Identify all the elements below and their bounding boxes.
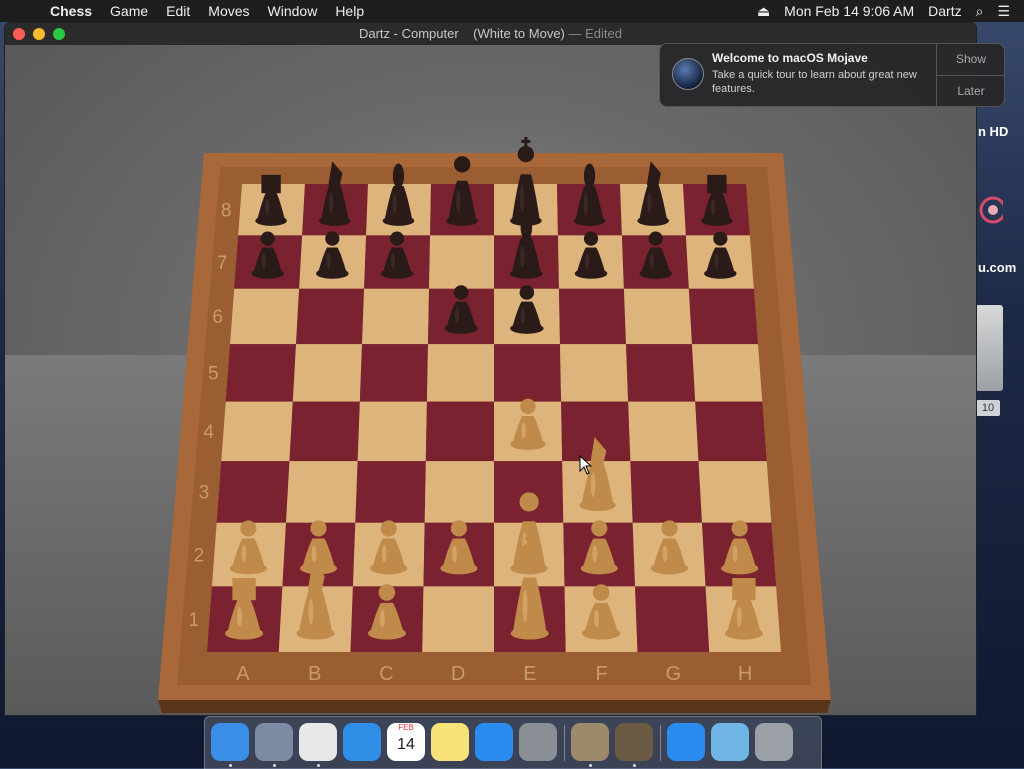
menu-app-chess[interactable]: Chess	[50, 3, 92, 19]
file-label: G	[666, 663, 682, 685]
desktop-label-hd[interactable]: n HD	[978, 124, 1008, 139]
square-g4[interactable]	[628, 401, 699, 462]
dock-calendar-icon[interactable]: 14 FEB	[387, 723, 425, 761]
rank-label: 2	[194, 545, 205, 566]
square-f6[interactable]	[558, 288, 626, 345]
square-g3[interactable]	[630, 461, 702, 523]
rank-label: 4	[203, 422, 214, 443]
menubar-user[interactable]: Dartz	[928, 3, 961, 19]
dock-safari-icon[interactable]	[343, 723, 381, 761]
notification-later-button[interactable]: Later	[937, 76, 1005, 107]
desktop-label-com[interactable]: u.com	[978, 260, 1016, 275]
square-d1[interactable]	[422, 586, 494, 652]
notification-show-button[interactable]: Show	[937, 44, 1005, 76]
desktop-disk-badge: 10	[976, 400, 1000, 416]
square-c6[interactable]	[362, 288, 430, 345]
dock-separator	[564, 725, 565, 761]
desktop-app-icon[interactable]	[975, 180, 1007, 240]
dock-keychain-access-icon[interactable]	[571, 723, 609, 761]
rank-label: 6	[212, 307, 223, 328]
notification-body: Take a quick tour to learn about great n…	[712, 69, 917, 95]
dock-trash-icon[interactable]	[755, 723, 793, 761]
menu-edit[interactable]: Edit	[166, 3, 190, 19]
square-h4[interactable]	[695, 401, 767, 462]
square-e3[interactable]	[494, 461, 564, 523]
calendar-month-label: FEB	[398, 723, 414, 732]
spotlight-search-icon[interactable]: ⌕	[976, 3, 984, 20]
dock-launchpad-icon[interactable]	[255, 723, 293, 761]
menu-game[interactable]: Game	[110, 3, 148, 19]
square-d4[interactable]	[425, 401, 494, 462]
dock: 14 FEB	[204, 716, 822, 769]
file-label: A	[236, 663, 250, 685]
window-title: Dartz - Computer (White to Move) — Edite…	[5, 26, 976, 41]
dock-downloads-folder-icon[interactable]	[711, 723, 749, 761]
square-b6[interactable]	[296, 288, 365, 345]
dock-notes-icon[interactable]	[431, 723, 469, 761]
file-label: H	[738, 663, 752, 685]
eject-icon[interactable]: ⏏	[757, 3, 770, 20]
chess-window: Dartz - Computer (White to Move) — Edite…	[5, 23, 976, 715]
square-g5[interactable]	[625, 344, 696, 402]
dock-chess-icon[interactable]	[615, 723, 653, 761]
notification-title: Welcome to macOS Mojave	[712, 51, 868, 65]
menubar-clock[interactable]: Mon Feb 14 9:06 AM	[784, 3, 914, 19]
file-label: E	[523, 663, 536, 685]
dock-running-indicator	[633, 764, 636, 767]
file-label: B	[308, 663, 321, 685]
chess-scene[interactable]: A B C D E F G H 8 7 6 5 4 3 2 1	[5, 45, 976, 715]
square-a5[interactable]	[225, 344, 297, 402]
square-c4[interactable]	[357, 401, 427, 462]
square-h3[interactable]	[698, 461, 772, 523]
square-c3[interactable]	[355, 461, 426, 523]
square-f5[interactable]	[559, 344, 629, 402]
square-c5[interactable]	[359, 344, 429, 402]
square-g1[interactable]	[635, 586, 710, 652]
file-label: C	[379, 663, 393, 685]
square-b5[interactable]	[292, 344, 363, 402]
window-title-text: Dartz - Computer	[358, 26, 459, 41]
menu-moves[interactable]: Moves	[208, 3, 249, 19]
square-a4[interactable]	[221, 401, 293, 462]
rank-label: 8	[221, 200, 232, 221]
notification-buttons: Show Later	[936, 44, 1005, 106]
menu-window[interactable]: Window	[268, 3, 318, 19]
rank-label: 1	[189, 610, 200, 631]
square-d3[interactable]	[424, 461, 494, 523]
dock-running-indicator	[589, 764, 592, 767]
notification-center-icon[interactable]: ☰	[997, 3, 1010, 20]
chess-board[interactable]: A B C D E F G H 8 7 6 5 4 3 2 1	[5, 45, 976, 715]
square-b4[interactable]	[289, 401, 360, 462]
square-h6[interactable]	[688, 288, 758, 345]
dock-app-store-icon[interactable]	[475, 723, 513, 761]
dock-system-preferences-icon[interactable]	[519, 723, 557, 761]
desktop-disk-icon[interactable]	[975, 305, 1003, 391]
square-a6[interactable]	[230, 288, 300, 345]
square-g6[interactable]	[623, 288, 692, 345]
rank-label: 3	[199, 483, 210, 504]
menu-bar: Chess Game Edit Moves Window Help ⏏ Mon …	[0, 0, 1024, 22]
square-a3[interactable]	[216, 461, 290, 523]
dock-app-store-installer-icon[interactable]	[667, 723, 705, 761]
rank-label: 7	[217, 253, 228, 274]
file-label: F	[596, 663, 608, 685]
dock-finder-icon[interactable]	[211, 723, 249, 761]
mojave-notification[interactable]: Welcome to macOS Mojave Take a quick tou…	[659, 43, 1005, 107]
dock-chrome-icon[interactable]	[299, 723, 337, 761]
window-status-text: (White to Move)	[473, 26, 565, 41]
square-e5[interactable]	[494, 344, 562, 402]
menu-help[interactable]: Help	[335, 3, 364, 19]
mojave-icon	[672, 58, 704, 90]
square-d5[interactable]	[426, 344, 494, 402]
dock-running-indicator	[273, 764, 276, 767]
square-h5[interactable]	[691, 344, 763, 402]
square-b3[interactable]	[286, 461, 358, 523]
dock-separator	[660, 725, 661, 761]
square-d7[interactable]	[429, 235, 494, 289]
dock-running-indicator	[229, 764, 232, 767]
dock-running-indicator	[317, 764, 320, 767]
file-label: D	[451, 663, 465, 685]
window-edited-text: — Edited	[568, 26, 622, 41]
rank-label: 5	[208, 364, 219, 385]
